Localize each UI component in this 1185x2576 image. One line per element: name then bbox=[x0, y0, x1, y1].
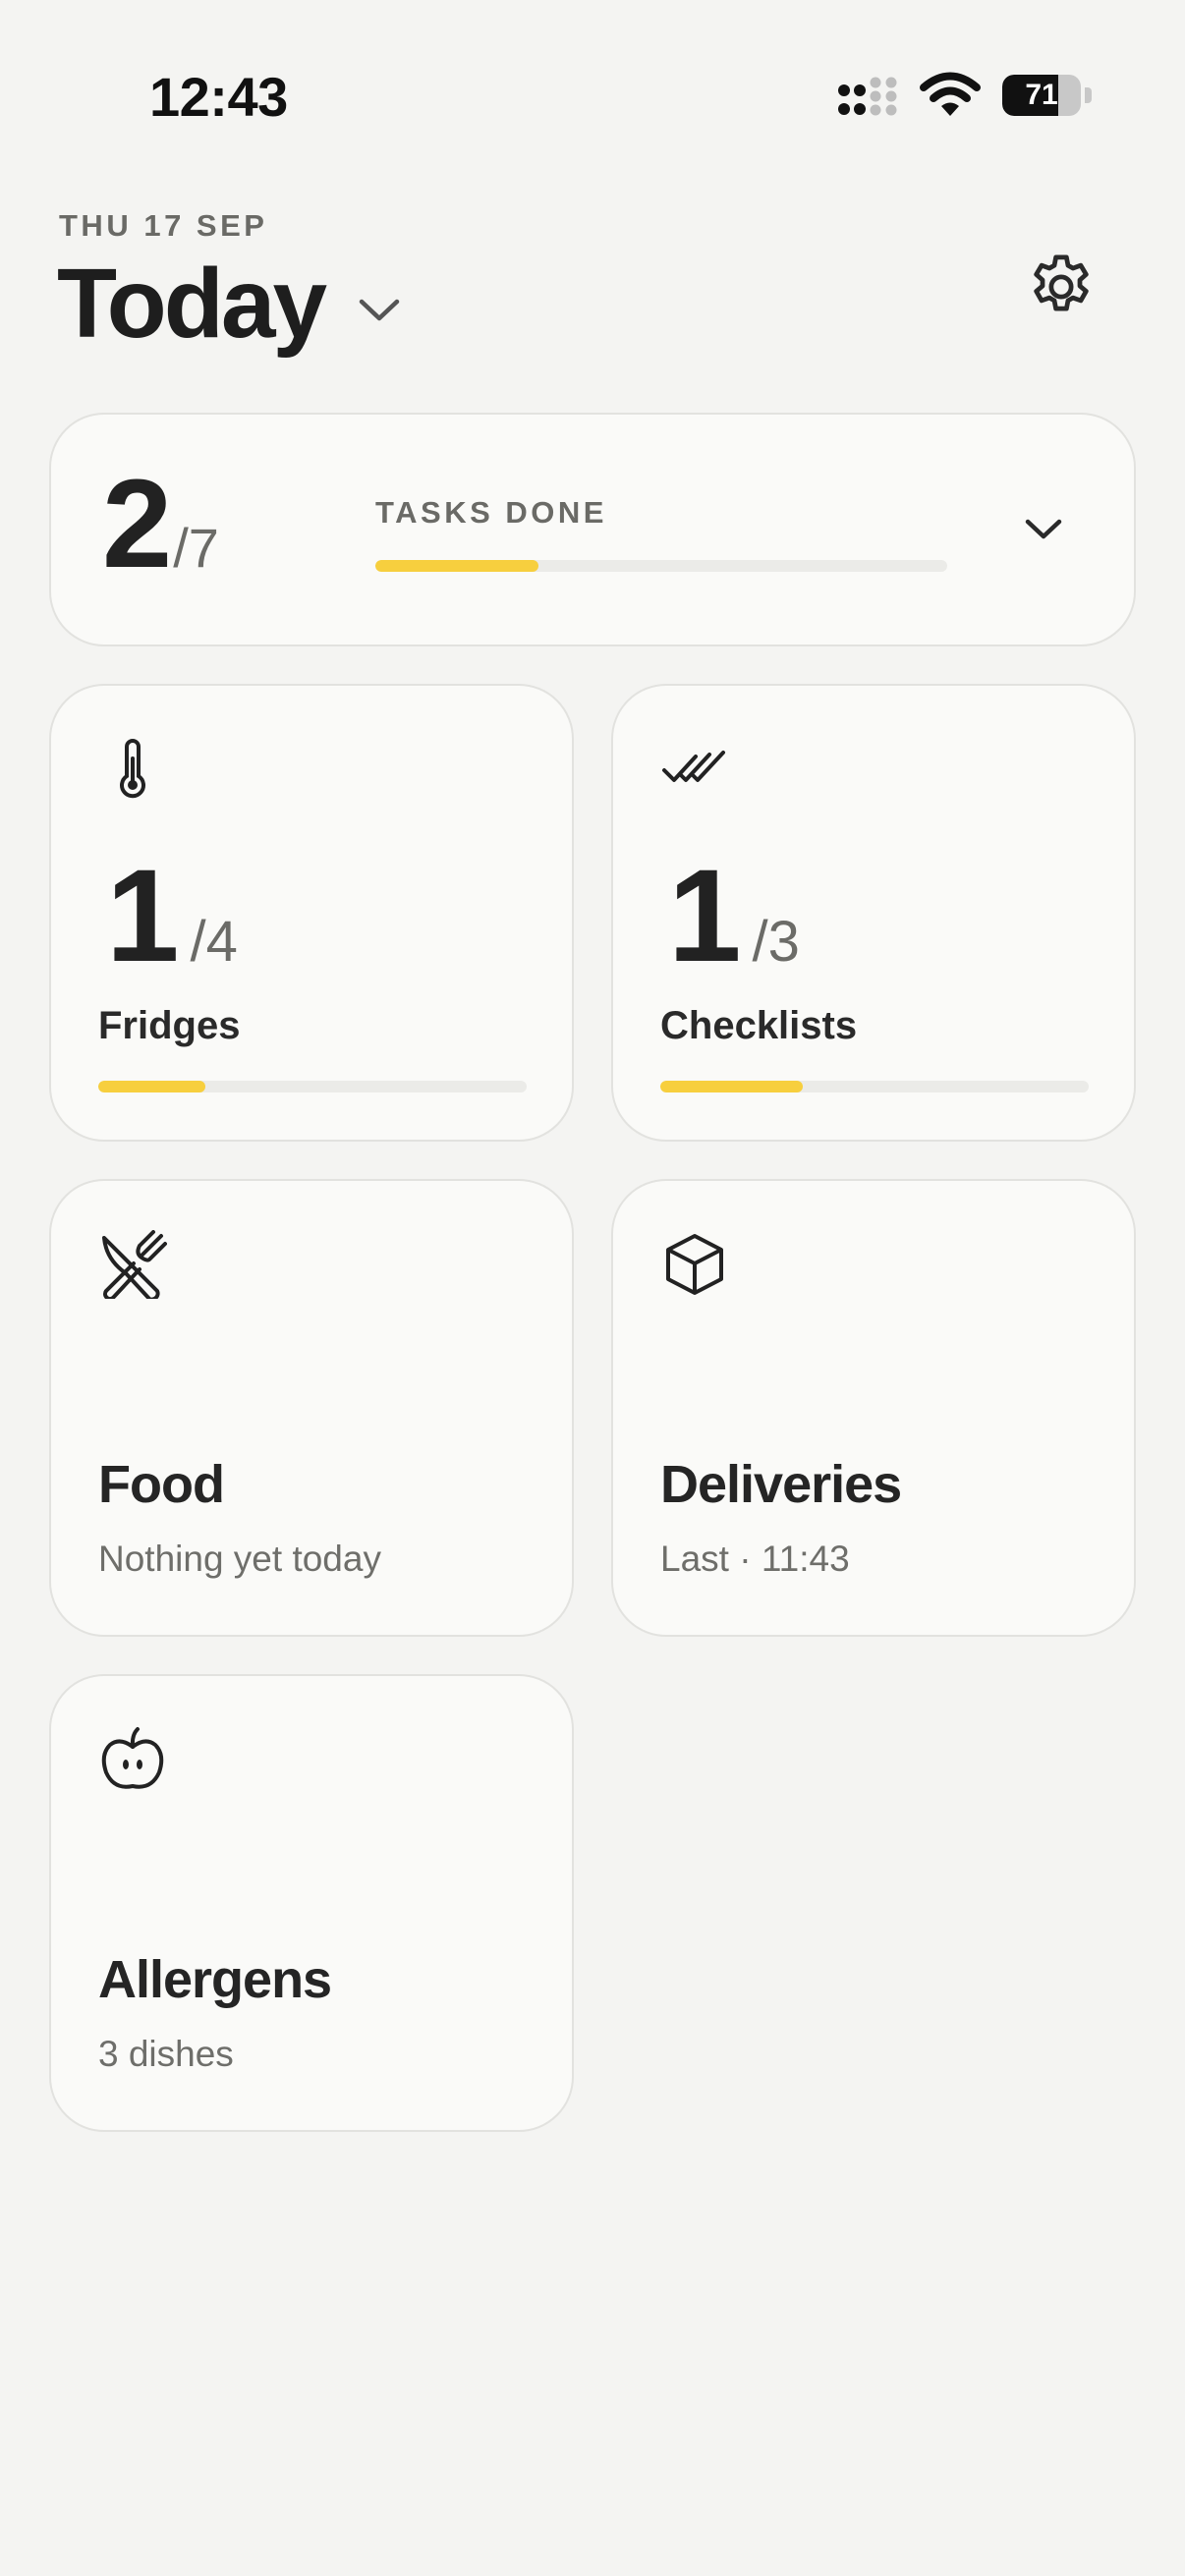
apple-icon bbox=[98, 1725, 167, 1794]
date-label: THU 17 SEP bbox=[59, 208, 268, 243]
settings-button[interactable] bbox=[1024, 250, 1099, 324]
tasks-done-count: 2 bbox=[102, 454, 172, 594]
food-label: Food bbox=[98, 1455, 225, 1514]
battery-body: 71 bbox=[1002, 75, 1081, 116]
status-bar: 12:43 71 bbox=[0, 0, 1185, 187]
chevron-down-icon[interactable] bbox=[1024, 517, 1063, 542]
fridges-done-count: 1 bbox=[106, 843, 180, 989]
tasks-total-count: /7 bbox=[173, 517, 219, 579]
battery-icon: 71 bbox=[1002, 75, 1092, 120]
checklists-progress-fill bbox=[660, 1081, 804, 1092]
battery-percentage: 71 bbox=[1025, 79, 1058, 111]
status-time: 12:43 bbox=[149, 66, 288, 128]
day-selector[interactable]: Today bbox=[57, 250, 401, 358]
checklists-total-count: /3 bbox=[752, 910, 800, 974]
battery-cap bbox=[1085, 87, 1092, 103]
box-icon bbox=[660, 1230, 729, 1299]
page-title: Today bbox=[57, 249, 327, 359]
deliveries-tile[interactable]: Deliveries Last · 11:43 bbox=[611, 1179, 1136, 1637]
food-status: Nothing yet today bbox=[98, 1539, 381, 1579]
food-tile[interactable]: Food Nothing yet today bbox=[49, 1179, 574, 1637]
fridges-progress-fill bbox=[98, 1081, 205, 1092]
cellular-signal-icon bbox=[837, 77, 898, 122]
deliveries-last-time: Last · 11:43 bbox=[660, 1539, 850, 1579]
gear-icon bbox=[1034, 254, 1089, 311]
allergens-count: 3 dishes bbox=[98, 2034, 234, 2074]
wifi-icon bbox=[920, 71, 981, 118]
fridges-tile[interactable]: 1 /4 Fridges bbox=[49, 684, 574, 1142]
tasks-done-label: TASKS DONE bbox=[375, 495, 607, 530]
double-check-icon bbox=[660, 735, 729, 804]
tasks-progress-bar bbox=[375, 560, 947, 572]
checklists-done-count: 1 bbox=[668, 843, 742, 989]
checklists-count: 1 /3 bbox=[668, 851, 800, 982]
fridges-total-count: /4 bbox=[190, 910, 238, 974]
checklists-progress-bar bbox=[660, 1081, 1089, 1092]
fridges-count: 1 /4 bbox=[106, 851, 238, 982]
tasks-count: 2 /7 bbox=[102, 462, 219, 588]
tasks-progress-fill bbox=[375, 560, 539, 572]
fridges-progress-bar bbox=[98, 1081, 527, 1092]
thermometer-icon bbox=[98, 735, 167, 804]
today-screen: 12:43 71 THU 17 SEP Today 2 /7 TASKS DON… bbox=[0, 0, 1185, 2576]
cutlery-icon bbox=[98, 1230, 167, 1299]
chevron-down-icon bbox=[358, 297, 401, 324]
deliveries-label: Deliveries bbox=[660, 1455, 902, 1514]
allergens-label: Allergens bbox=[98, 1950, 332, 2009]
checklists-label: Checklists bbox=[660, 1004, 858, 1047]
allergens-tile[interactable]: Allergens 3 dishes bbox=[49, 1674, 574, 2132]
checklists-tile[interactable]: 1 /3 Checklists bbox=[611, 684, 1136, 1142]
tasks-summary-card[interactable]: 2 /7 TASKS DONE bbox=[49, 413, 1136, 646]
fridges-label: Fridges bbox=[98, 1004, 241, 1047]
